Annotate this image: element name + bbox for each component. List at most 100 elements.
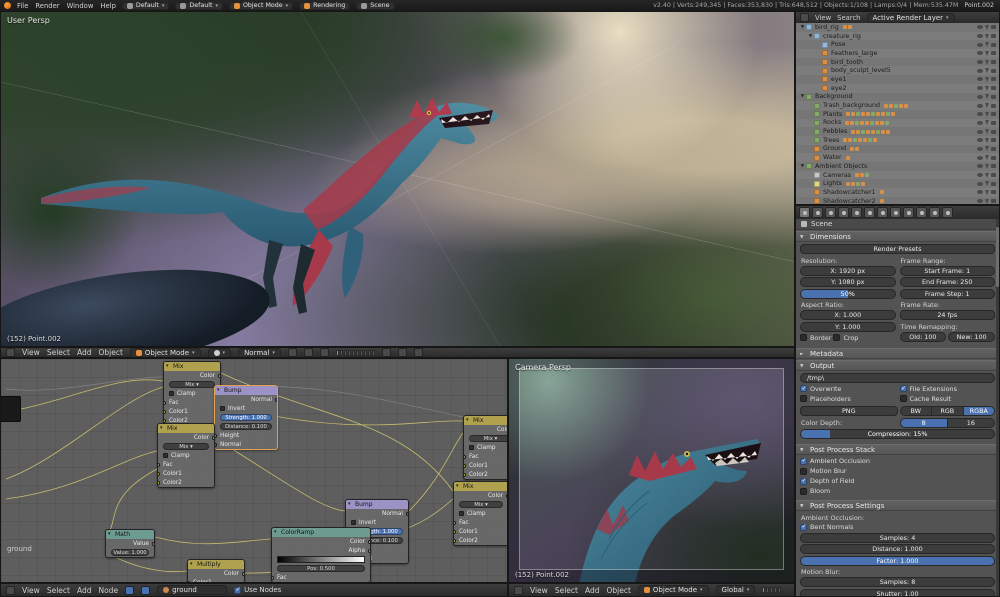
outliner-item-lights[interactable]: Lights	[796, 179, 999, 188]
node-editor[interactable]: ground MixColorMix ▾ClampFa	[0, 358, 508, 583]
render-toggle-icon[interactable]	[991, 129, 996, 134]
menu-file[interactable]: File	[17, 2, 28, 10]
eye-toggle-icon[interactable]	[977, 25, 983, 30]
outliner-item-eye2[interactable]: eye2	[796, 83, 999, 93]
render-toggle-icon[interactable]	[991, 103, 996, 108]
render-toggle-icon[interactable]	[991, 190, 996, 195]
layer-selector[interactable]	[762, 587, 782, 593]
frame-step-field[interactable]: Frame Step: 1	[899, 288, 995, 299]
blender-logo-icon[interactable]	[4, 2, 11, 9]
node-mix-3[interactable]: MixColorMix ▾ ClampFacColor1Color2	[463, 415, 507, 480]
input-socket-icon[interactable]	[158, 462, 160, 467]
select-toggle-icon[interactable]	[985, 103, 989, 109]
input-socket-icon[interactable]	[158, 480, 160, 485]
ambient-occlusion-checkbox[interactable]: Ambient Occlusion	[800, 457, 995, 466]
outliner-item-ground[interactable]: Ground	[796, 145, 999, 154]
eye-toggle-icon[interactable]	[977, 164, 983, 169]
outliner-item-trash-background[interactable]: Trash_background	[796, 101, 999, 110]
render-toggle-icon[interactable]	[991, 77, 996, 82]
tab-object[interactable]	[851, 207, 862, 218]
output-socket-icon[interactable]	[275, 397, 277, 402]
output-socket-icon[interactable]	[212, 435, 214, 440]
select-toggle-icon[interactable]	[985, 163, 989, 169]
remap-old-field[interactable]: Old: 100	[899, 331, 947, 342]
render-toggle-icon[interactable]	[991, 51, 996, 56]
end-frame-field[interactable]: End Frame: 250	[899, 277, 995, 287]
ao-samples-field[interactable]: Samples: 4	[800, 532, 995, 543]
aspect-y-field[interactable]: Y: 1.000	[800, 321, 896, 332]
outliner-item-plants[interactable]: Plants	[796, 110, 999, 119]
render-toggle-icon[interactable]	[991, 120, 996, 125]
render-toggle-icon[interactable]	[991, 112, 996, 117]
menu-select[interactable]: Select	[47, 586, 70, 595]
bent-normals-checkbox[interactable]: Bent Normals	[800, 523, 995, 532]
menu-add[interactable]: Add	[77, 586, 92, 595]
render-toggle-icon[interactable]	[991, 155, 996, 160]
use-nodes-toggle[interactable]: Use Nodes	[234, 586, 281, 595]
node-checkbox-icon[interactable]	[351, 520, 356, 525]
tab-constraints[interactable]	[864, 207, 875, 218]
input-socket-icon[interactable]	[164, 409, 166, 414]
render-presets-select[interactable]: Render Presets	[800, 244, 995, 254]
input-socket-icon[interactable]	[454, 529, 456, 534]
eye-toggle-icon[interactable]	[977, 77, 983, 82]
tab-particles[interactable]	[929, 207, 940, 218]
snap-magnet-icon[interactable]	[381, 348, 391, 357]
pin-icon[interactable]	[141, 585, 151, 595]
clipped-node[interactable]	[1, 396, 21, 422]
file-extensions-checkbox[interactable]: File Extensions	[899, 384, 996, 393]
menu-select[interactable]: Select	[555, 586, 578, 595]
outliner-search-menu[interactable]: Search	[837, 14, 860, 22]
bloom-checkbox[interactable]: Bloom	[800, 487, 995, 496]
ao-distance-field[interactable]: Distance: 1.000	[800, 544, 995, 554]
node-dropdown[interactable]: Mix ▾	[459, 501, 503, 508]
select-toggle-icon[interactable]	[985, 59, 989, 65]
scene-select[interactable]: Default ▾	[175, 1, 223, 10]
shader-type-icon[interactable]	[125, 585, 135, 595]
remap-new-field[interactable]: New: 100	[948, 331, 995, 342]
file-format-select[interactable]: PNG	[800, 406, 898, 416]
menu-render[interactable]: Render	[35, 2, 59, 10]
outliner-item-bird-rig[interactable]: ▼ bird_rig	[796, 23, 999, 32]
resolution-y-field[interactable]: Y: 1080 px	[800, 277, 896, 287]
node-value-field[interactable]: Value: 1.000	[111, 549, 149, 556]
mode-select[interactable]: Object Mode ▾	[228, 1, 294, 10]
eye-toggle-icon[interactable]	[977, 51, 983, 56]
eye-toggle-icon[interactable]	[977, 103, 983, 108]
color-ramp-gradient[interactable]	[277, 556, 365, 563]
aspect-x-field[interactable]: X: 1.000	[800, 310, 896, 320]
panel-output[interactable]: Output	[796, 359, 999, 372]
output-socket-icon[interactable]	[152, 541, 154, 546]
eye-toggle-icon[interactable]	[977, 190, 983, 195]
select-toggle-icon[interactable]	[985, 111, 989, 117]
mode-select[interactable]: Object Mode ▾	[637, 585, 709, 595]
depth-8-button[interactable]: 8	[899, 417, 948, 428]
menu-add[interactable]: Add	[77, 348, 92, 357]
select-toggle-icon[interactable]	[985, 76, 989, 82]
select-toggle-icon[interactable]	[985, 94, 989, 100]
tab-data[interactable]	[890, 207, 901, 218]
render-toggle-icon[interactable]	[991, 34, 996, 39]
collapse-triangle-icon[interactable]: ▼	[799, 25, 806, 30]
overwrite-checkbox[interactable]: Overwrite	[800, 384, 896, 393]
mb-samples-field[interactable]: Samples: 8	[800, 577, 995, 587]
panel-metadata[interactable]: Metadata	[796, 347, 999, 360]
editor-type-icon[interactable]	[514, 585, 523, 595]
input-socket-icon[interactable]	[464, 472, 466, 477]
select-toggle-icon[interactable]	[985, 85, 989, 91]
outliner-item-shadowcatcher2[interactable]: Shadowcatcher2	[796, 197, 999, 204]
render-toggle-icon[interactable]	[991, 164, 996, 169]
compression-slider[interactable]: Compression: 15%	[800, 429, 995, 439]
node-mix-4[interactable]: MixColorMix ▾ ClampFacColor1Color2	[453, 481, 507, 546]
tab-material[interactable]	[903, 207, 914, 218]
editor-type-icon[interactable]	[6, 585, 15, 595]
menu-object[interactable]: Object	[98, 348, 122, 357]
select-toggle-icon[interactable]	[985, 189, 989, 195]
render-opengl-icon[interactable]	[397, 348, 407, 357]
select-toggle-icon[interactable]	[985, 120, 989, 126]
render-toggle-icon[interactable]	[991, 146, 996, 151]
start-frame-field[interactable]: Start Frame: 1	[899, 265, 995, 276]
render-toggle-icon[interactable]	[991, 138, 996, 143]
scrollbar-thumb[interactable]	[996, 227, 999, 287]
outliner-view-menu[interactable]: View	[815, 14, 831, 22]
